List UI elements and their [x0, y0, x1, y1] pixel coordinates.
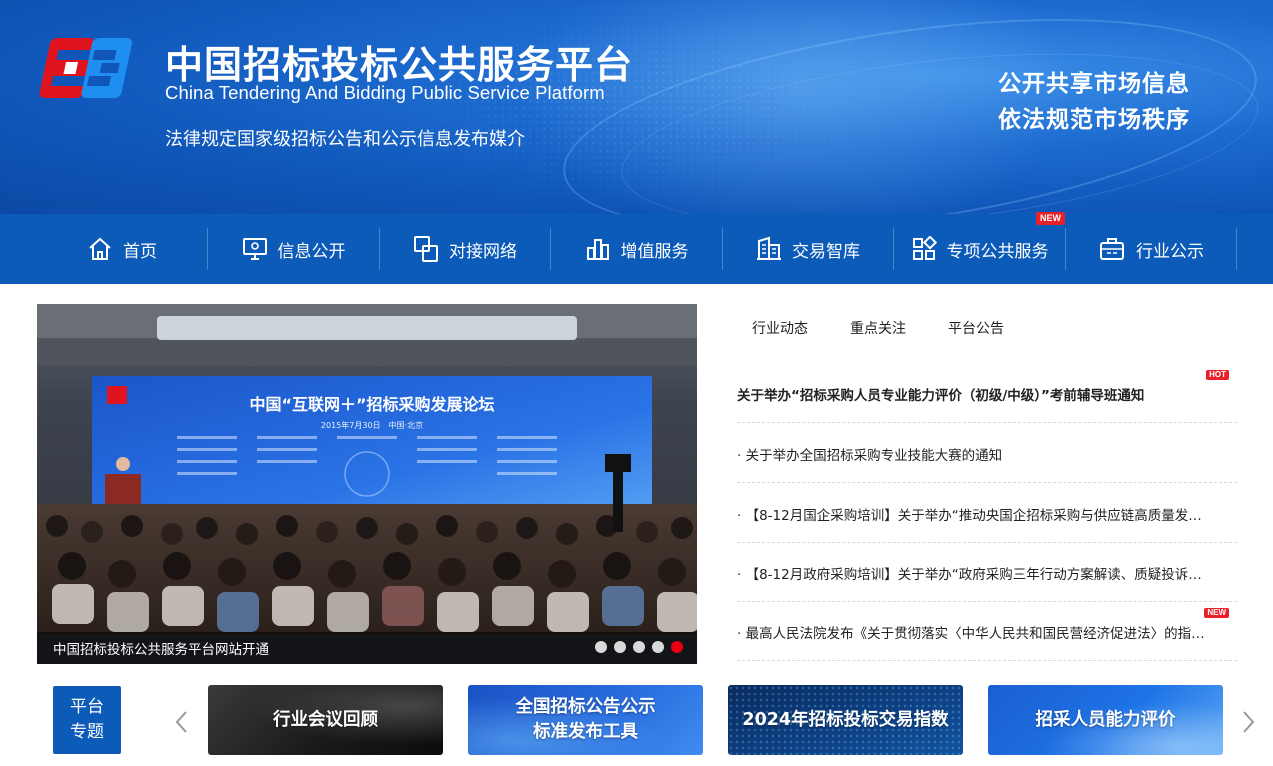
topic-card-conference-review[interactable]: 行业会议回顾	[208, 685, 443, 755]
home-icon	[89, 237, 111, 260]
news-item[interactable]: · 关于举办全国招标采购专业技能大赛的通知	[737, 424, 1237, 483]
topic-card-ability-evaluation[interactable]: 招采人员能力评价	[988, 685, 1223, 755]
news-carousel[interactable]: 中国“互联网＋”招标采购发展论坛 2015年7月30日 中国·北京 中国招标投标…	[37, 304, 697, 664]
topics-label-line-2: 专题	[70, 722, 104, 742]
network-icon	[414, 236, 438, 262]
topics-label-line-1: 平台	[70, 697, 104, 717]
card-title: 招采人员能力评价	[1035, 709, 1176, 730]
header-banner: 中国招标投标公共服务平台 China Tendering And Bidding…	[0, 0, 1273, 214]
news-item[interactable]: · 【8-12月政府采购培训】关于举办“政府采购三年行动方案解读、质疑投诉处理”…	[737, 543, 1237, 602]
bullet-icon: ·	[737, 567, 746, 583]
nav-item-home[interactable]: 首页	[37, 214, 207, 284]
bullet-icon: ·	[737, 448, 746, 464]
news-item[interactable]: · 最高人民法院发布《关于贯彻落实〈中华人民共和国民营经济促进法〉的指导意见》 …	[737, 602, 1237, 661]
carousel-slide-image: 中国“互联网＋”招标采购发展论坛 2015年7月30日 中国·北京	[37, 304, 697, 664]
slogan-line-1: 公开共享市场信息	[998, 71, 1190, 97]
card-title-line-1: 全国招标公告公示	[515, 697, 656, 717]
platform-topics-label: 平台 专题	[53, 686, 121, 754]
news-title: 最高人民法院发布《关于贯彻落实〈中华人民共和国民营经济促进法〉的指导意见》	[745, 626, 1207, 642]
news-item[interactable]: 关于举办“招标采购人员专业能力评价（初级/中级）”考前辅导班通知 HOT	[737, 364, 1237, 423]
news-title: 关于举办全国招标采购专业技能大赛的通知	[745, 448, 1003, 464]
briefcase-icon	[1100, 238, 1124, 260]
chevron-right-icon[interactable]	[1238, 706, 1258, 738]
topic-card-trading-index[interactable]: 2024年招标投标交易指数	[728, 685, 963, 755]
bullet-icon: ·	[737, 508, 746, 524]
site-title: 中国招标投标公共服务平台	[165, 43, 634, 87]
news-item[interactable]: · 【8-12月国企采购培训】关于举办“推动央国企招标采购与供应链高质量发展”专…	[737, 484, 1237, 543]
nav-label: 首页	[123, 241, 157, 262]
card-title-line-2: 标准发布工具	[533, 722, 638, 742]
nav-label: 行业公示	[1136, 241, 1204, 262]
carousel-caption-bar: 中国招标投标公共服务平台网站开通	[37, 632, 697, 664]
hot-badge: HOT	[1206, 370, 1229, 380]
nav-label: 增值服务	[620, 241, 689, 262]
site-subtitle: 法律规定国家级招标公告和公示信息发布媒介	[165, 129, 525, 150]
nav-divider	[1236, 228, 1237, 270]
nav-label: 对接网络	[449, 241, 517, 262]
nav-item-value-services[interactable]: 增值服务	[551, 214, 722, 284]
site-title-english: China Tendering And Bidding Public Servi…	[165, 82, 605, 103]
carousel-caption[interactable]: 中国招标投标公共服务平台网站开通	[53, 638, 269, 658]
carousel-dot-3[interactable]	[633, 641, 645, 653]
nav-item-network[interactable]: 对接网络	[380, 214, 550, 284]
news-title: 【8-12月国企采购培训】关于举办“推动央国企招标采购与供应链高质量发展”专题培…	[745, 508, 1207, 524]
chevron-left-icon[interactable]	[172, 706, 192, 738]
carousel-dot-5-active[interactable]	[671, 641, 683, 653]
tab-key-focus[interactable]: 重点关注	[850, 316, 906, 344]
carousel-dot-4[interactable]	[652, 641, 664, 653]
card-title: 行业会议回顾	[273, 709, 378, 730]
carousel-pagination	[595, 641, 683, 653]
nav-label: 交易智库	[792, 241, 860, 262]
grid-icon	[912, 236, 937, 260]
tab-industry-news[interactable]: 行业动态	[752, 316, 808, 344]
slogan-line-2: 依法规范市场秩序	[998, 107, 1190, 133]
nav-item-info[interactable]: 信息公开	[208, 214, 379, 284]
nav-label: 信息公开	[277, 241, 346, 262]
carousel-dot-1[interactable]	[595, 641, 607, 653]
main-nav: 首页 信息公开 对接网络 增值服务 交易智库 专项公共服务 NEW 行业公示	[0, 212, 1273, 284]
new-badge: NEW	[1036, 212, 1065, 225]
news-title: 【8-12月政府采购培训】关于举办“政府采购三年行动方案解读、质疑投诉处理”专题…	[745, 567, 1207, 583]
topic-card-publishing-tool[interactable]: 全国招标公告公示 标准发布工具	[468, 685, 703, 755]
new-badge: NEW	[1204, 608, 1229, 618]
tab-platform-announcements[interactable]: 平台公告	[948, 316, 1004, 344]
nav-item-think-tank[interactable]: 交易智库	[723, 214, 893, 284]
news-title: 关于举办“招标采购人员专业能力评价（初级/中级）”考前辅导班通知	[737, 388, 1145, 404]
nav-label: 专项公共服务	[946, 241, 1049, 262]
bar-chart-icon	[586, 239, 609, 260]
slide-banner-text: 中国“互联网＋”招标采购发展论坛	[249, 395, 494, 414]
nav-item-industry-notices[interactable]: 行业公示	[1066, 214, 1236, 284]
monitor-icon	[242, 238, 267, 260]
carousel-dot-2[interactable]	[614, 641, 626, 653]
news-tabs: 行业动态 重点关注 平台公告	[737, 316, 1046, 344]
bullet-icon: ·	[737, 626, 746, 642]
site-logo[interactable]	[38, 34, 142, 104]
nav-item-special-services[interactable]: 专项公共服务 NEW	[894, 212, 1065, 284]
card-title: 2024年招标投标交易指数	[742, 709, 949, 730]
building-icon	[757, 236, 781, 260]
slide-date-text: 2015年7月30日 中国·北京	[321, 420, 423, 430]
